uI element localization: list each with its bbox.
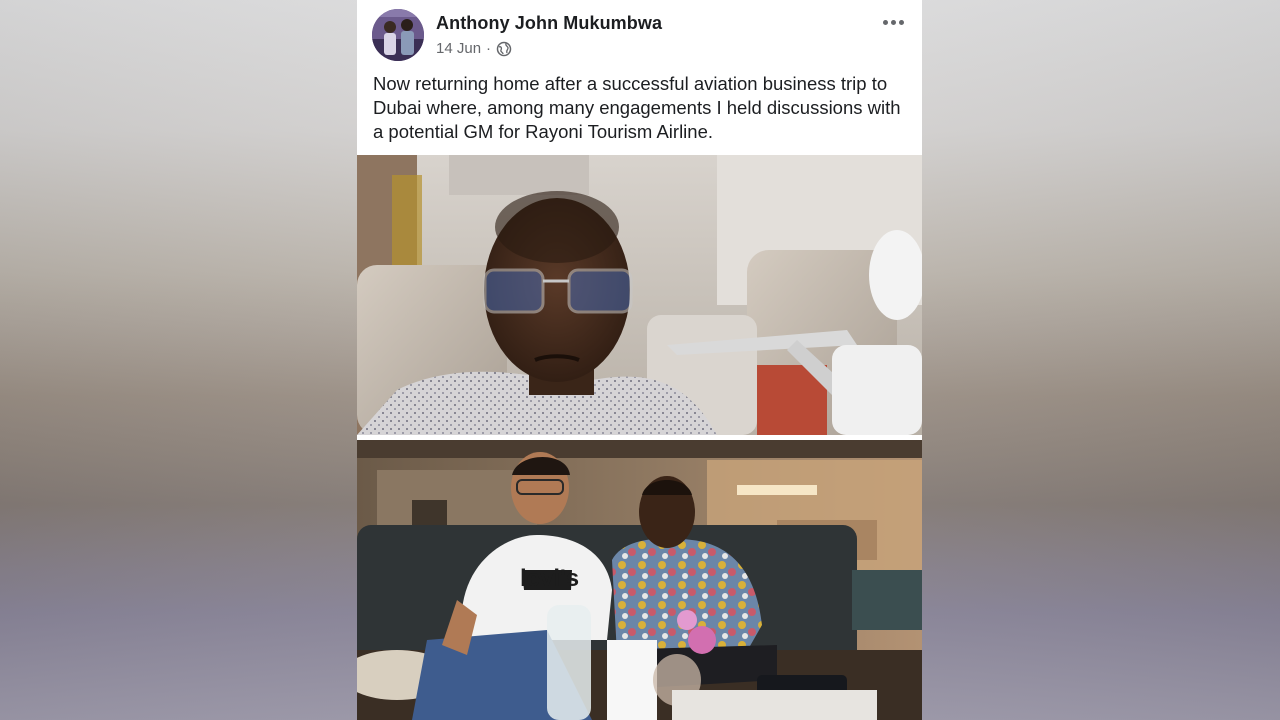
post-date[interactable]: 14 Jun <box>436 40 481 57</box>
post-photo-lounge[interactable]: levi's <box>357 440 922 720</box>
post-meta: 14 Jun · <box>436 40 512 57</box>
author-name[interactable]: Anthony John Mukumbwa <box>436 13 662 34</box>
avatar-image <box>372 9 424 61</box>
globe-icon[interactable] <box>496 41 512 57</box>
meta-separator: · <box>486 40 492 57</box>
post-header: Anthony John Mukumbwa 14 Jun · <box>357 0 922 68</box>
post-photo-selfie[interactable] <box>357 155 922 435</box>
author-avatar[interactable] <box>372 9 424 61</box>
shirt-text: levi's <box>520 565 579 592</box>
facebook-post-card: Anthony John Mukumbwa 14 Jun · Now retur… <box>357 0 922 720</box>
post-text: Now returning home after a successful av… <box>373 73 901 142</box>
more-options-icon[interactable] <box>878 10 908 34</box>
